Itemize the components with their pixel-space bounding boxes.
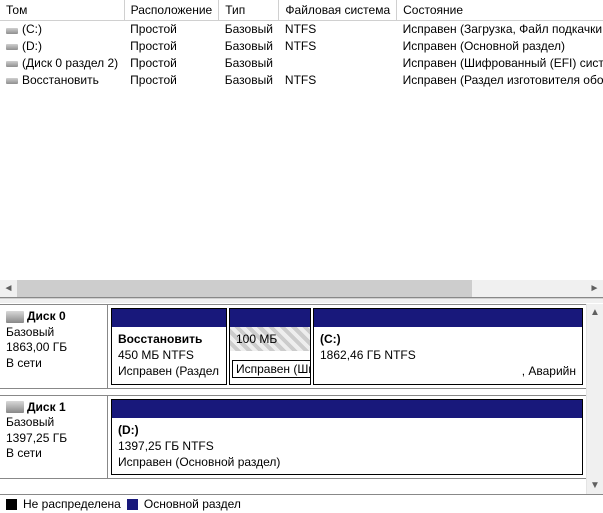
col-status[interactable]: Состояние: [397, 0, 603, 20]
partition-efi[interactable]: 100 МБ Исправен (Шифрованный (EFI) систе…: [229, 308, 311, 385]
volume-name: (Диск 0 раздел 2): [22, 56, 118, 70]
volume-type: Базовый: [219, 54, 279, 71]
disk-name: Диск 1: [27, 400, 66, 414]
partition-color-bar: [112, 400, 582, 418]
legend-label-primary: Основной раздел: [144, 497, 241, 511]
partition-recovery[interactable]: Восстановить 450 МБ NTFS Исправен (Разде…: [111, 308, 227, 385]
volume-type: Базовый: [219, 71, 279, 88]
partition-size: 450 МБ NTFS: [118, 347, 220, 363]
volume-fs: NTFS: [279, 37, 397, 54]
disk-row[interactable]: Диск 0 Базовый 1863,00 ГБ В сети Восстан…: [0, 304, 586, 389]
volume-icon: [6, 41, 20, 51]
volume-layout: Простой: [124, 54, 219, 71]
partition-color-bar: [314, 309, 582, 327]
col-type[interactable]: Тип: [219, 0, 279, 20]
legend-bar: Не распределена Основной раздел: [0, 494, 603, 513]
disk-partition-layout: (D:) 1397,25 ГБ NTFS Исправен (Основной …: [108, 396, 586, 479]
col-filesystem[interactable]: Файловая система: [279, 0, 397, 20]
legend-label-unallocated: Не распределена: [23, 497, 121, 511]
disk-row[interactable]: Диск 1 Базовый 1397,25 ГБ В сети (D:) 13…: [0, 395, 586, 480]
partition-size: 100 МБ: [236, 331, 304, 347]
volume-layout: Простой: [124, 20, 219, 37]
partition-d[interactable]: (D:) 1397,25 ГБ NTFS Исправен (Основной …: [111, 399, 583, 476]
partition-size: 1862,46 ГБ NTFS: [320, 347, 576, 363]
horizontal-scrollbar[interactable]: ◄ ►: [0, 280, 603, 297]
volume-type: Базовый: [219, 37, 279, 54]
legend-swatch-unallocated: [6, 499, 17, 510]
volume-icon: [6, 75, 20, 85]
volume-list-pane: Том Расположение Тип Файловая система Со…: [0, 0, 603, 298]
volume-fs: NTFS: [279, 71, 397, 88]
volume-fs: NTFS: [279, 20, 397, 37]
partition-color-bar: [112, 309, 226, 327]
col-volume[interactable]: Том: [0, 0, 124, 20]
volume-icon: [6, 25, 20, 35]
volume-row[interactable]: Восстановить Простой Базовый NTFS Исправ…: [0, 71, 603, 88]
volume-status: Исправен (Основной раздел): [397, 37, 603, 54]
scroll-right-icon[interactable]: ►: [586, 280, 603, 297]
col-layout[interactable]: Расположение: [124, 0, 219, 20]
scroll-left-icon[interactable]: ◄: [0, 280, 17, 297]
volume-name: Восстановить: [22, 73, 99, 87]
legend-swatch-primary: [127, 499, 138, 510]
volume-name: (D:): [22, 39, 42, 53]
scroll-up-icon[interactable]: ▲: [587, 304, 603, 321]
volume-layout: Простой: [124, 71, 219, 88]
volume-fs: [279, 54, 397, 71]
partition-status: Исправен (Основной раздел): [118, 454, 576, 470]
volume-icon: [6, 58, 20, 68]
scroll-track[interactable]: [17, 280, 586, 297]
volume-status: Исправен (Загрузка, Файл подкачки,: [397, 20, 603, 37]
partition-tooltip: Исправен (Шифрованный (EFI) системный ра…: [232, 360, 311, 378]
disk-list: Диск 0 Базовый 1863,00 ГБ В сети Восстан…: [0, 304, 586, 494]
volume-name: (C:): [22, 22, 42, 36]
disk-online: В сети: [6, 446, 101, 462]
disk-online: В сети: [6, 356, 101, 372]
volume-table-header: Том Расположение Тип Файловая система Со…: [0, 0, 603, 20]
volume-layout: Простой: [124, 37, 219, 54]
disk-size: 1397,25 ГБ: [6, 431, 101, 447]
disk-name: Диск 0: [27, 309, 66, 323]
volume-status: Исправен (Шифрованный (EFI) систе: [397, 54, 603, 71]
disk-icon: [6, 401, 24, 413]
disk-map-pane: Диск 0 Базовый 1863,00 ГБ В сети Восстан…: [0, 304, 603, 494]
partition-c[interactable]: (C:) 1862,46 ГБ NTFS , Аварийн: [313, 308, 583, 385]
partition-title: (D:): [118, 422, 576, 438]
partition-title: Восстановить: [118, 331, 220, 347]
partition-status: , Аварийн: [320, 363, 576, 379]
vertical-scrollbar[interactable]: ▲ ▼: [586, 304, 603, 494]
volume-type: Базовый: [219, 20, 279, 37]
scroll-track[interactable]: [587, 321, 603, 477]
disk-icon: [6, 311, 24, 323]
disk-size: 1863,00 ГБ: [6, 340, 101, 356]
scroll-down-icon[interactable]: ▼: [587, 477, 603, 494]
disk-type: Базовый: [6, 415, 101, 431]
volume-row[interactable]: (D:) Простой Базовый NTFS Исправен (Осно…: [0, 37, 603, 54]
disk-partition-layout: Восстановить 450 МБ NTFS Исправен (Разде…: [108, 305, 586, 388]
volume-table: Том Расположение Тип Файловая система Со…: [0, 0, 603, 88]
disk-type: Базовый: [6, 325, 101, 341]
volume-row[interactable]: (Диск 0 раздел 2) Простой Базовый Исправ…: [0, 54, 603, 71]
partition-size: 1397,25 ГБ NTFS: [118, 438, 576, 454]
partition-status: Исправен (Раздел: [118, 363, 220, 379]
disk-info: Диск 1 Базовый 1397,25 ГБ В сети: [0, 396, 108, 479]
volume-status: Исправен (Раздел изготовителя обор: [397, 71, 603, 88]
volume-row[interactable]: (C:) Простой Базовый NTFS Исправен (Загр…: [0, 20, 603, 37]
partition-color-bar: [230, 309, 310, 327]
partition-title: (C:): [320, 331, 576, 347]
scroll-thumb[interactable]: [17, 280, 472, 297]
disk-info: Диск 0 Базовый 1863,00 ГБ В сети: [0, 305, 108, 388]
